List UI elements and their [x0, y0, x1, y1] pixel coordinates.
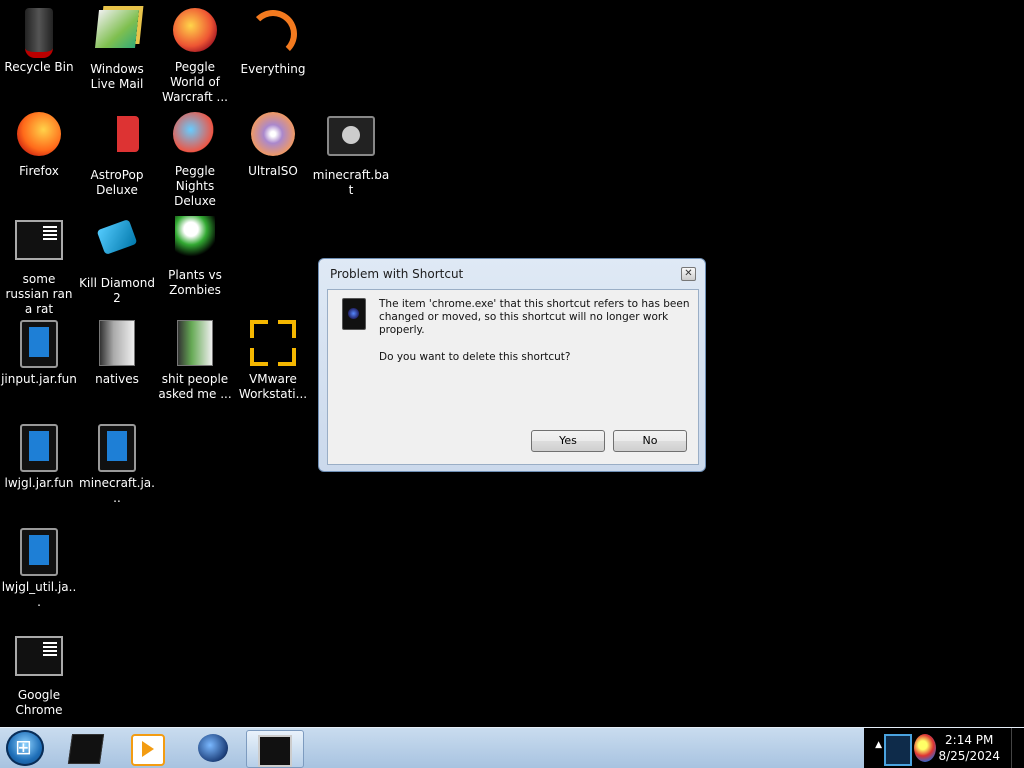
- java-file-icon: [15, 528, 63, 576]
- desktop-icon-minecraft-bat[interactable]: minecraft.bat: [312, 108, 390, 198]
- dialog-message: The item 'chrome.exe' that this shortcut…: [379, 298, 691, 364]
- taskbar-item-terminal[interactable]: [246, 730, 304, 768]
- dialog-message-text: The item 'chrome.exe' that this shortcut…: [379, 298, 690, 336]
- desktop-icon-astropop[interactable]: AstroPop Deluxe: [78, 108, 156, 198]
- desktop-icon-lwjgl[interactable]: lwjgl.jar.fun: [0, 420, 78, 491]
- desktop-icon-label: lwjgl_util.ja...: [1, 580, 77, 609]
- desktop-icon-label: Everything: [240, 62, 306, 76]
- shortcut-icon: [15, 636, 63, 684]
- no-button[interactable]: No: [613, 430, 687, 452]
- dialog-body: The item 'chrome.exe' that this shortcut…: [327, 289, 699, 465]
- yes-button[interactable]: Yes: [531, 430, 605, 452]
- desktop-icon-label: Plants vs Zombies: [168, 268, 222, 297]
- desktop-icon-everything[interactable]: Everything: [234, 4, 312, 77]
- start-button[interactable]: [6, 730, 44, 766]
- desktop-icon-label: lwjgl.jar.fun: [4, 476, 74, 490]
- command-window-icon: [67, 734, 105, 764]
- terminal-icon: [258, 735, 292, 767]
- desktop-icon-windows-live-mail[interactable]: Windows Live Mail: [78, 4, 156, 92]
- astropop-icon: [93, 116, 141, 164]
- desktop-icon-label: some russian ran a rat: [5, 272, 73, 316]
- recycle-bin-icon: [15, 8, 63, 58]
- desktop-icon-jinput[interactable]: jinput.jar.fun: [0, 316, 78, 387]
- desktop-icon-peggle-nights[interactable]: Peggle Nights Deluxe: [156, 108, 234, 209]
- close-icon[interactable]: ✕: [681, 267, 696, 281]
- desktop-icon-label: UltraISO: [248, 164, 298, 178]
- taskbar: ▲ 2:14 PM 8/25/2024: [0, 727, 1024, 768]
- clock-date: 8/25/2024: [938, 749, 1000, 763]
- tray-game-icon[interactable]: [914, 734, 936, 762]
- desktop-icon-label: Kill Diamond 2: [79, 276, 155, 305]
- desktop-icon-label: natives: [95, 372, 139, 386]
- desktop-icon-vmware[interactable]: VMware Workstati...: [234, 316, 312, 402]
- desktop-icon-lwjgl-util[interactable]: lwjgl_util.ja...: [0, 524, 78, 610]
- desktop-icon-label: jinput.jar.fun: [1, 372, 77, 386]
- windows-live-mail-icon: [93, 10, 141, 58]
- desktop-icon-label: VMware Workstati...: [238, 372, 308, 401]
- desktop-icon-google-chrome[interactable]: Google Chrome: [0, 628, 78, 718]
- java-file-icon: [15, 424, 63, 472]
- desktop-icon-recycle-bin[interactable]: Recycle Bin: [0, 4, 78, 75]
- desktop-icon-label: Firefox: [19, 164, 59, 178]
- show-desktop-button[interactable]: [1011, 728, 1024, 768]
- desktop-icon-some-russian[interactable]: some russian ran a rat: [0, 212, 78, 317]
- desktop-icon-label: Peggle World of Warcraft ...: [162, 60, 228, 104]
- show-hidden-icons-arrow[interactable]: ▲: [875, 740, 882, 750]
- desktop-icon-minecraft-jar[interactable]: minecraft.ja...: [78, 420, 156, 506]
- folder-icon: [171, 320, 219, 368]
- problem-with-shortcut-dialog: Problem with Shortcut ✕ The item 'chrome…: [318, 258, 706, 472]
- desktop-icon-label: minecraft.bat: [312, 168, 390, 197]
- desktop-icon-firefox[interactable]: Firefox: [0, 108, 78, 179]
- folder-icon: [93, 320, 141, 368]
- plants-vs-zombies-icon: [171, 216, 219, 264]
- desktop-icon-kill-diamond[interactable]: Kill Diamond 2: [78, 212, 156, 306]
- java-file-icon: [93, 424, 141, 472]
- peggle-icon: [171, 8, 219, 56]
- desktop-icon-label: AstroPop Deluxe: [90, 168, 144, 197]
- dialog-title: Problem with Shortcut: [330, 267, 464, 281]
- desktop-icon-label: shit people asked me ...: [158, 372, 232, 401]
- java-file-icon: [15, 320, 63, 368]
- desktop-icon-plants-vs-zombies[interactable]: Plants vs Zombies: [156, 212, 234, 298]
- kill-diamond-icon: [93, 218, 141, 272]
- globe-icon: [198, 734, 228, 762]
- taskbar-item-command-window[interactable]: [58, 730, 114, 766]
- desktop-icon-label: minecraft.ja...: [79, 476, 155, 505]
- notification-area: ▲ 2:14 PM 8/25/2024: [864, 728, 1024, 768]
- desktop-icon-label: Recycle Bin: [4, 60, 74, 74]
- clock[interactable]: 2:14 PM 8/25/2024: [938, 732, 1000, 764]
- shortcut-icon: [15, 220, 63, 268]
- shortcut-file-icon: [342, 298, 366, 330]
- desktop-icon-label: Google Chrome: [15, 688, 63, 717]
- desktop-icon-ultraiso[interactable]: UltraISO: [234, 108, 312, 179]
- desktop-icon-natives[interactable]: natives: [78, 316, 156, 387]
- batch-file-icon: [327, 116, 375, 164]
- desktop-icon-shit-people[interactable]: shit people asked me ...: [156, 316, 234, 402]
- taskbar-item-media-player[interactable]: [120, 730, 176, 766]
- tray-app-icon[interactable]: [884, 734, 912, 766]
- media-player-icon: [131, 734, 165, 766]
- desktop-icon-label: Peggle Nights Deluxe: [174, 164, 216, 208]
- ultraiso-icon: [249, 112, 297, 160]
- taskbar-item-globe[interactable]: [185, 730, 241, 766]
- everything-icon: [249, 10, 297, 58]
- firefox-icon: [15, 112, 63, 160]
- vmware-icon: [249, 320, 297, 368]
- desktop-icon-peggle-wow[interactable]: Peggle World of Warcraft ...: [156, 4, 234, 105]
- peggle-nights-icon: [171, 112, 219, 160]
- clock-time: 2:14 PM: [945, 733, 994, 747]
- desktop-icon-label: Windows Live Mail: [90, 62, 144, 91]
- dialog-question: Do you want to delete this shortcut?: [379, 351, 571, 363]
